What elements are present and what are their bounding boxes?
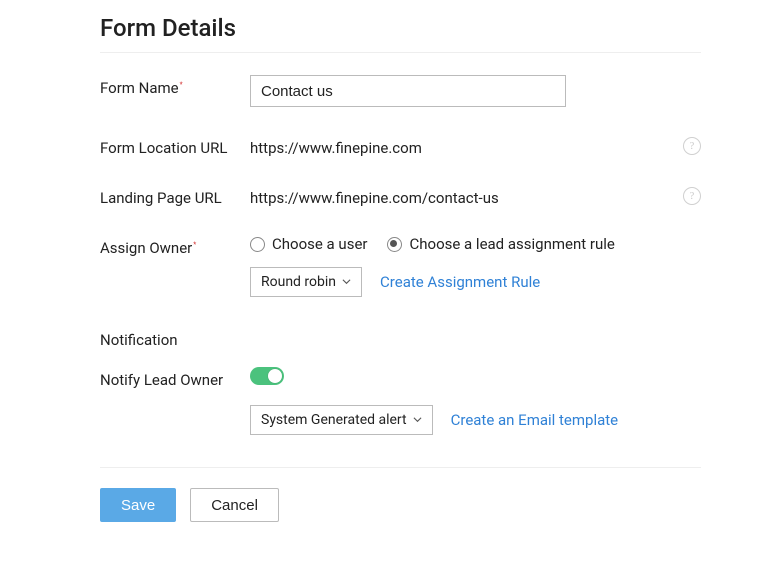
create-assignment-rule-link[interactable]: Create Assignment Rule — [380, 273, 540, 291]
landing-page-url-value: https://www.finepine.com/contact-us — [250, 185, 499, 207]
assign-owner-radio-group: Choose a user Choose a lead assignment r… — [250, 235, 615, 253]
page-title: Form Details — [100, 14, 701, 53]
chevron-down-icon — [413, 415, 422, 424]
label-assign-owner: Assign Owner* — [100, 235, 250, 257]
row-form-location-url: Form Location URL https://www.finepine.c… — [100, 135, 701, 157]
notify-lead-owner-toggle[interactable] — [250, 367, 284, 385]
radio-choose-rule[interactable]: Choose a lead assignment rule — [387, 235, 614, 253]
assignment-rule-select[interactable]: Round robin — [250, 267, 362, 297]
radio-choose-rule-label: Choose a lead assignment rule — [409, 235, 614, 253]
label-form-name-text: Form Name — [100, 79, 179, 97]
label-assign-owner-text: Assign Owner — [100, 239, 192, 257]
alert-template-select-value: System Generated alert — [261, 412, 407, 428]
assignment-rule-select-value: Round robin — [261, 274, 336, 290]
notification-section-label: Notification — [100, 331, 701, 349]
help-icon[interactable]: ? — [683, 187, 701, 205]
cancel-button[interactable]: Cancel — [190, 488, 279, 522]
row-alert-template: System Generated alert Create an Email t… — [250, 405, 701, 435]
footer-actions: Save Cancel — [100, 467, 701, 522]
label-landing-page-url: Landing Page URL — [100, 185, 250, 207]
label-form-name: Form Name* — [100, 75, 250, 97]
chevron-down-icon — [342, 277, 351, 286]
assign-owner-rule-subrow: Round robin Create Assignment Rule — [250, 267, 540, 297]
form-details-panel: Form Details Form Name* Form Location UR… — [0, 0, 761, 568]
row-form-name: Form Name* — [100, 75, 701, 107]
alert-template-select[interactable]: System Generated alert — [250, 405, 433, 435]
row-landing-page-url: Landing Page URL https://www.finepine.co… — [100, 185, 701, 207]
form-location-url-value: https://www.finepine.com — [250, 135, 422, 157]
radio-icon — [250, 237, 265, 252]
label-notify-lead-owner: Notify Lead Owner — [100, 367, 250, 389]
form-name-input[interactable] — [250, 75, 566, 107]
control-assign-owner: Choose a user Choose a lead assignment r… — [250, 235, 701, 297]
toggle-knob — [268, 369, 282, 383]
control-landing-page-url: https://www.finepine.com/contact-us ? — [250, 185, 701, 207]
control-form-name — [250, 75, 701, 107]
radio-choose-user-label: Choose a user — [272, 235, 367, 253]
row-assign-owner: Assign Owner* Choose a user Choose a lea… — [100, 235, 701, 297]
row-notify-lead-owner: Notify Lead Owner — [100, 367, 701, 389]
create-email-template-link[interactable]: Create an Email template — [451, 411, 619, 429]
radio-choose-user[interactable]: Choose a user — [250, 235, 367, 253]
help-icon[interactable]: ? — [683, 137, 701, 155]
save-button[interactable]: Save — [100, 488, 176, 522]
required-marker-icon: * — [180, 81, 183, 89]
radio-icon — [387, 237, 402, 252]
form-rows: Form Name* Form Location URL https://www… — [100, 75, 701, 435]
control-form-location-url: https://www.finepine.com ? — [250, 135, 701, 157]
control-notify-lead-owner — [250, 367, 701, 385]
label-form-location-url: Form Location URL — [100, 135, 250, 157]
required-marker-icon: * — [193, 241, 196, 249]
